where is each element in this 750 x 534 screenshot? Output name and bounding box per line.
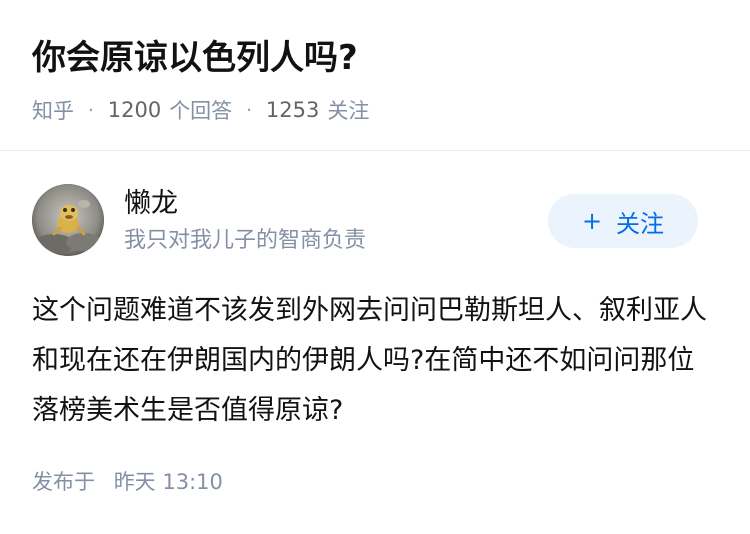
follow-button-label: 关注 <box>616 209 665 238</box>
posted-info: 发布于 昨天 13:10 <box>32 466 223 498</box>
author-avatar[interactable] <box>32 184 104 256</box>
answer-text: 这个问题难道不该发到外网去问问巴勒斯坦人、叙利亚人和现在还在伊朗国内的伊朗人吗?… <box>32 295 707 426</box>
answer-count-label[interactable]: 个回答 <box>169 95 232 125</box>
answer-content[interactable]: 这个问题难道不该发到外网去问问巴勒斯坦人、叙利亚人和现在还在伊朗国内的伊朗人吗?… <box>32 286 718 436</box>
follow-count-label[interactable]: 关注 <box>327 95 369 125</box>
posted-label: 发布于 <box>32 470 95 494</box>
section-divider <box>0 150 750 151</box>
follow-count: 1253 <box>265 98 320 122</box>
separator-dot: · <box>88 99 94 121</box>
separator-dot: · <box>246 99 252 121</box>
author-info: 懒龙 我只对我儿子的智商负责 + 关注 <box>32 184 718 262</box>
site-name[interactable]: 知乎 <box>32 95 74 125</box>
question-title[interactable]: 你会原谅以色列人吗? <box>32 34 358 82</box>
author-name[interactable]: 懒龙 <box>124 186 178 222</box>
question-meta: 知乎 · 1200 个回答 · 1253 关注 <box>32 94 369 126</box>
question-header: 你会原谅以色列人吗? 知乎 · 1200 个回答 · 1253 关注 <box>0 0 750 150</box>
follow-author-button[interactable]: + 关注 <box>548 194 698 248</box>
answer-count: 1200 <box>107 98 162 122</box>
plus-icon: + <box>581 207 603 235</box>
author-bio: 我只对我儿子的智商负责 <box>124 228 367 253</box>
posted-time: 昨天 13:10 <box>113 470 223 494</box>
avatar-photo-icon <box>32 184 104 256</box>
